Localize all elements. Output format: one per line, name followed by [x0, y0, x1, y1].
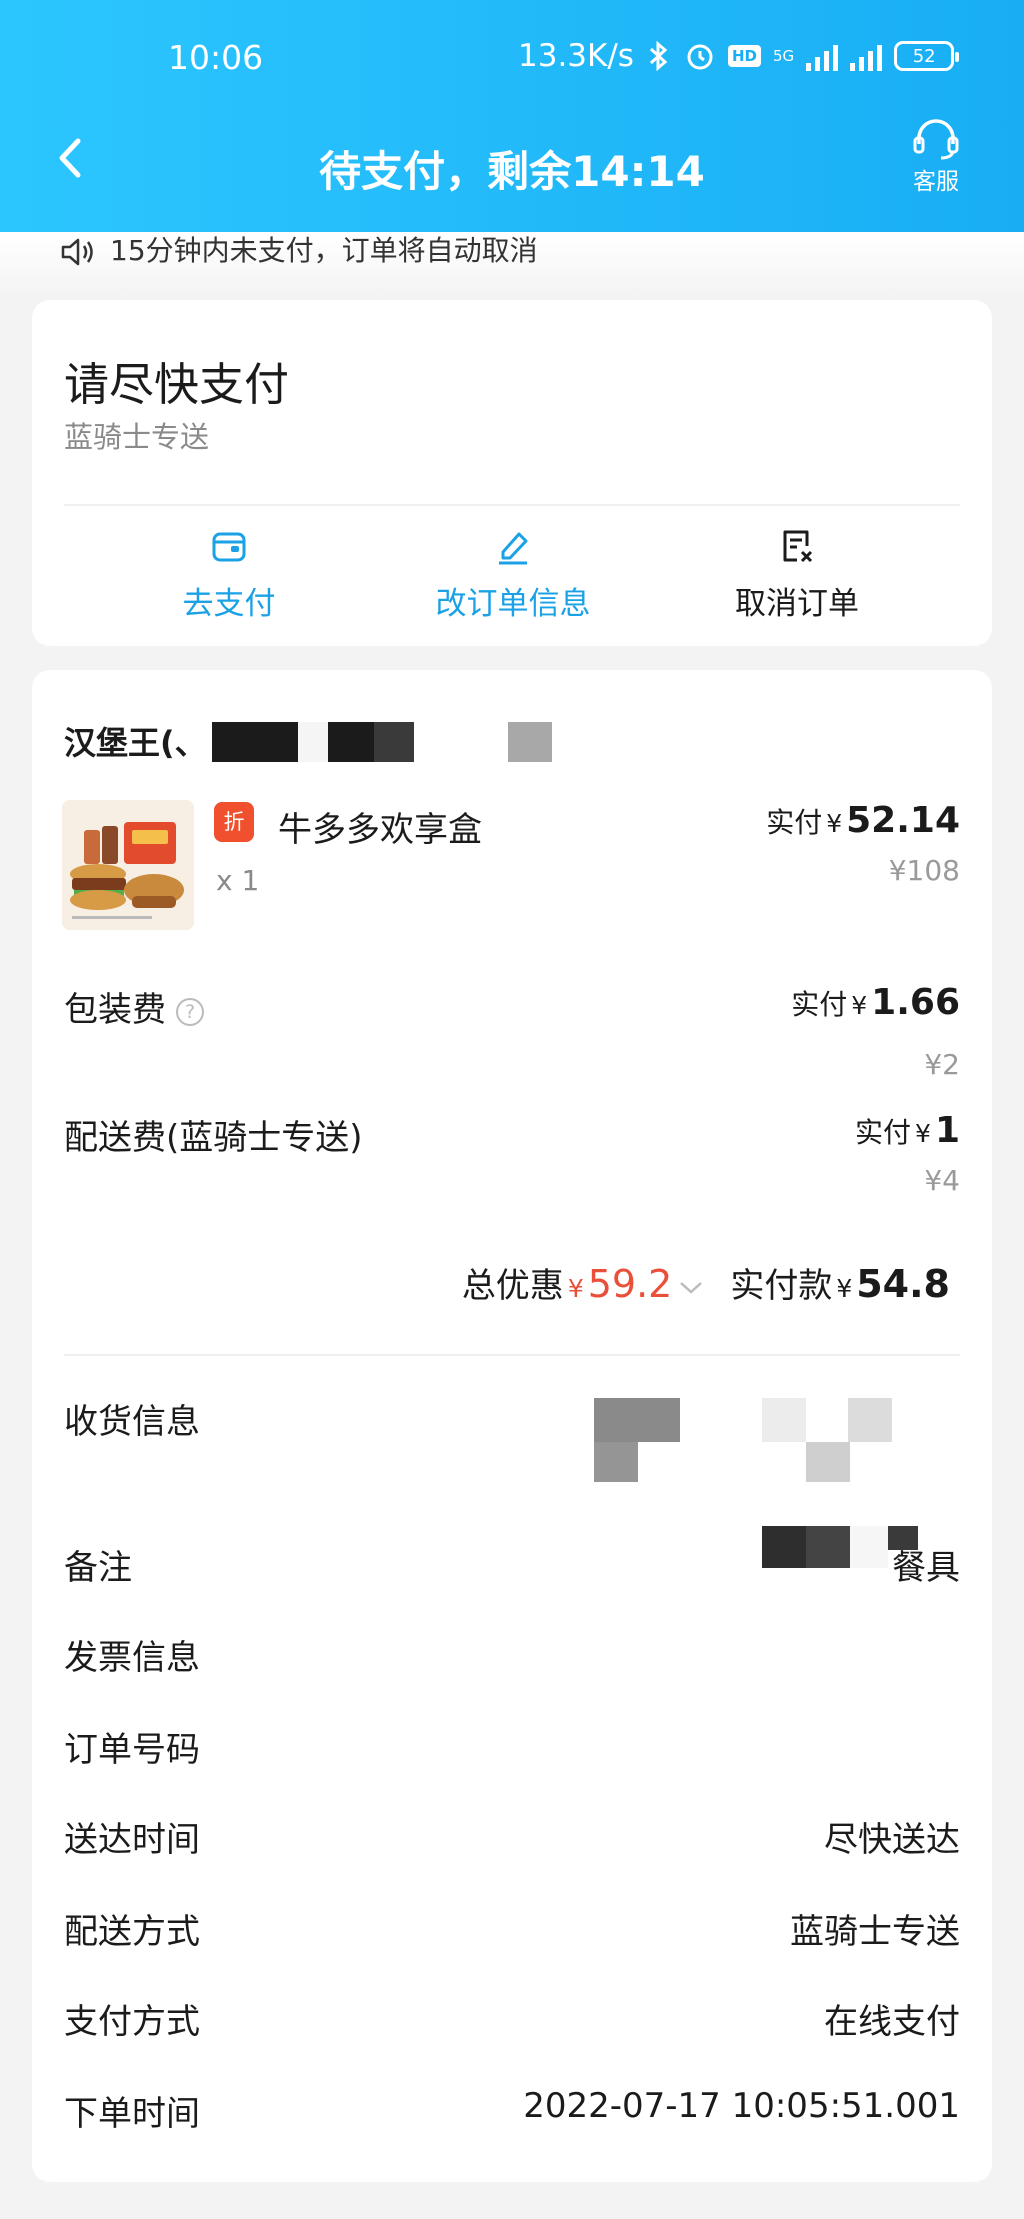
customer-service-button[interactable]: 客服 [906, 118, 966, 196]
product-original-price: ¥108 [888, 854, 960, 887]
currency-symbol: ¥ [915, 1119, 931, 1148]
paid-amount: 52.14 [846, 800, 960, 841]
net-speed: 13.3K/s [518, 38, 634, 74]
delivery-fee-label: 配送费(蓝骑士专送) [64, 1118, 363, 1158]
total-discount[interactable]: 59.2 [588, 1262, 673, 1306]
order-detail-card: 汉堡王(、 折 牛多多欢享盒 x 1 实付 ¥52.14 ¥108 包装费? 实付… [32, 670, 992, 2182]
delivery-time-label: 送达时间 [64, 1820, 200, 1860]
total-label: 实付款 [730, 1266, 833, 1306]
product-quantity: x 1 [216, 864, 260, 897]
invoice-label: 发票信息 [64, 1638, 200, 1678]
cancel-order-icon [783, 530, 813, 563]
bluetooth-icon [646, 40, 672, 72]
redaction-block [508, 722, 552, 762]
signal-bars-icon [806, 41, 839, 71]
redaction-block [888, 1526, 918, 1550]
paid-label: 实付 [791, 988, 848, 1021]
status-indicators: 13.3K/s HD 5G 52 [518, 38, 960, 74]
redaction-block [594, 1442, 638, 1482]
discount-tag: 折 [214, 802, 254, 842]
order-time-label: 下单时间 [64, 2094, 200, 2134]
edit-order-button[interactable]: 改订单信息 [398, 526, 628, 623]
payment-method-label: 支付方式 [64, 2002, 200, 2042]
total-paid: 54.8 [856, 1262, 950, 1306]
packaging-fee-paid: 实付 ¥1.66 [791, 982, 960, 1023]
edit-icon [499, 532, 528, 565]
alarm-icon [684, 40, 716, 72]
delivery-type: 蓝骑士专送 [64, 420, 210, 454]
notice-text: 15分钟内未支付，订单将自动取消 [110, 234, 538, 267]
delivery-method-label: 配送方式 [64, 1912, 200, 1952]
redaction-block [374, 722, 414, 762]
paid-label: 实付 [766, 806, 823, 839]
signal-bars-icon-2 [850, 41, 883, 71]
speaker-icon [61, 238, 93, 266]
packaging-fee-original: ¥2 [924, 1048, 960, 1081]
page-title: 待支付，剩余14:14 [319, 147, 705, 196]
action-label: 改订单信息 [435, 586, 591, 622]
redaction-block [762, 1526, 806, 1568]
order-summary: 总优惠 ¥ 59.2 实付款 ¥ 54.8 [462, 1258, 950, 1307]
delivery-fee-paid: 实付 ¥1 [855, 1110, 960, 1151]
status-time: 10:06 [168, 38, 264, 77]
pay-now-button[interactable]: 去支付 [114, 526, 344, 623]
currency-symbol: ¥ [567, 1274, 584, 1303]
battery-level: 52 [912, 45, 936, 67]
note-label: 备注 [64, 1548, 132, 1588]
paid-label: 实付 [855, 1116, 912, 1149]
redaction-block [298, 722, 328, 762]
chevron-down-icon[interactable] [678, 1266, 704, 1306]
app-header: 10:06 13.3K/s HD 5G 52 待支付，剩余14:14 客服 [0, 0, 1024, 232]
payment-title: 请尽快支付 [64, 358, 290, 411]
divider [64, 1354, 960, 1356]
product-image[interactable] [62, 800, 194, 930]
fee-label-text: 包装费 [64, 990, 166, 1030]
currency-symbol: ¥ [826, 809, 843, 838]
discount-label: 总优惠 [461, 1266, 564, 1306]
redaction-block [212, 722, 298, 762]
redaction-block [594, 1398, 680, 1442]
payment-status-card: 请尽快支付 蓝骑士专送 去支付 改订单信息 取消订单 [32, 300, 992, 646]
redaction-block [848, 1398, 892, 1442]
cancel-notice: 15分钟内未支付，订单将自动取消 [0, 232, 1024, 300]
shop-name[interactable]: 汉堡王(、 [64, 718, 207, 764]
delivery-method-value: 蓝骑士专送 [790, 1912, 960, 1952]
shipping-info-label: 收货信息 [64, 1402, 200, 1442]
currency-symbol: ¥ [851, 991, 868, 1020]
redaction-block [762, 1398, 806, 1442]
signal-5g-icon: 5G [772, 46, 795, 65]
order-time-value: 2022-07-17 10:05:51.001 [523, 2086, 960, 2126]
delivery-fee-original: ¥4 [924, 1164, 960, 1197]
cancel-order-button[interactable]: 取消订单 [682, 526, 912, 623]
redaction-block [850, 1526, 888, 1568]
help-icon[interactable]: ? [176, 997, 204, 1026]
action-label: 去支付 [182, 586, 276, 622]
delivery-time-value: 尽快送达 [824, 1820, 960, 1860]
wallet-icon [212, 532, 246, 562]
hd-badge: HD [727, 45, 761, 67]
divider [64, 504, 960, 506]
service-label: 客服 [913, 169, 959, 195]
paid-amount: 1 [934, 1110, 960, 1151]
network-type: 5G [772, 46, 795, 65]
order-number-label: 订单号码 [64, 1730, 200, 1770]
action-label: 取消订单 [735, 586, 859, 622]
currency-symbol: ¥ [836, 1274, 853, 1303]
paid-amount: 1.66 [871, 982, 960, 1023]
redaction-block [806, 1442, 850, 1482]
product-name[interactable]: 牛多多欢享盒 [278, 802, 482, 851]
product-paid-price: 实付 ¥52.14 [766, 800, 960, 841]
battery-icon: 52 [894, 41, 960, 71]
packaging-fee-label: 包装费? [64, 982, 204, 1031]
redaction-block [806, 1526, 850, 1568]
status-bar: 10:06 13.3K/s HD 5G 52 [0, 0, 1024, 120]
payment-method-value: 在线支付 [824, 2002, 960, 2042]
headset-icon [913, 119, 959, 160]
redaction-block [328, 722, 374, 762]
